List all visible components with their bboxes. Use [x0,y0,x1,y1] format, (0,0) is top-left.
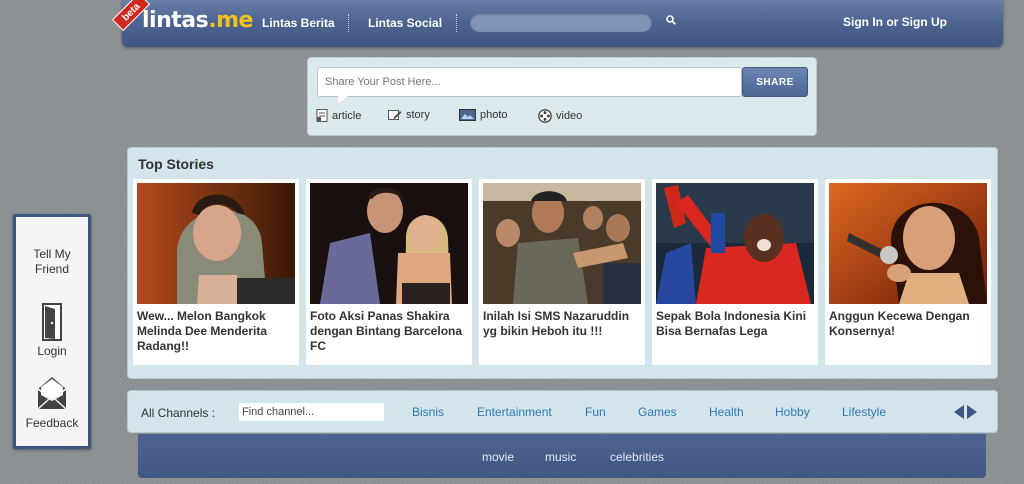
post-type-story[interactable]: story [388,109,430,121]
subchannel-music[interactable]: music [545,450,576,464]
share-panel: SHARE article story photo video [307,57,817,136]
story-title[interactable]: Wew... Melon Bangkok Melinda Dee Menderi… [137,309,297,354]
floating-sidebar: Tell My Friend Login Feedback [13,214,91,449]
nav-divider [348,14,349,32]
login-link[interactable]: Login [16,344,88,359]
channel-hobby[interactable]: Hobby [775,405,810,419]
story-image[interactable] [137,183,295,304]
feedback-link[interactable]: Feedback [16,416,88,431]
site-logo[interactable]: lintas.me [142,8,253,33]
subchannel-celebrities[interactable]: celebrities [610,450,664,464]
arrow-left-icon[interactable] [954,405,964,419]
post-type-label: video [556,110,583,122]
logo-suffix: me [216,8,253,33]
story-image[interactable] [483,183,641,304]
logo-dot: . [208,8,217,33]
story-card[interactable]: Inilah Isi SMS Nazaruddin yg bikin Heboh… [479,179,645,365]
post-type-photo[interactable]: photo [459,109,508,121]
story-image[interactable] [656,183,814,304]
logo-main: lintas [142,8,209,33]
channel-bisnis[interactable]: Bisnis [412,405,444,419]
envelope-icon[interactable] [36,375,68,411]
door-icon[interactable] [42,303,62,341]
subchannel-movie[interactable]: movie [482,450,514,464]
sub-channels-bar: movie music celebrities [138,434,986,478]
story-card[interactable]: Wew... Melon Bangkok Melinda Dee Menderi… [133,179,299,365]
channel-entertainment[interactable]: Entertainment [477,405,552,419]
story-title[interactable]: Foto Aksi Panas Shakira dengan Bintang B… [310,309,470,354]
top-stories-panel: Top Stories Wew... Melon Bangkok Melinda… [127,147,998,379]
channel-lifestyle[interactable]: Lifestyle [842,405,886,419]
story-title[interactable]: Inilah Isi SMS Nazaruddin yg bikin Heboh… [483,309,643,339]
story-card[interactable]: Sepak Bola Indonesia Kini Bisa Bernafas … [652,179,818,365]
share-button[interactable]: SHARE [742,67,808,97]
channel-fun[interactable]: Fun [585,405,606,419]
search-icon[interactable] [666,15,676,25]
story-card[interactable]: Foto Aksi Panas Shakira dengan Bintang B… [306,179,472,365]
video-icon [538,109,552,123]
channels-bar: All Channels : Bisnis Entertainment Fun … [127,390,998,433]
share-post-input[interactable] [317,67,742,97]
story-icon [388,110,402,120]
top-stories-title: Top Stories [138,156,214,172]
post-type-video[interactable]: video [538,109,582,123]
post-type-label: article [332,109,362,122]
story-card[interactable]: Anggun Kecewa Dengan Konsernya! [825,179,991,365]
arrow-right-icon[interactable] [967,405,977,419]
sign-in-link[interactable]: Sign In or Sign Up [843,15,947,29]
story-title[interactable]: Sepak Bola Indonesia Kini Bisa Bernafas … [656,309,816,339]
post-type-label: photo [480,109,508,121]
tell-friend-link[interactable]: Tell My Friend [16,247,88,277]
share-input-pointer [338,96,348,104]
nav-lintas-social[interactable]: Lintas Social [368,16,442,30]
channel-games[interactable]: Games [638,405,677,419]
photo-icon [459,109,476,121]
all-channels-label: All Channels : [141,406,216,420]
channel-health[interactable]: Health [709,405,744,419]
post-type-label: story [406,109,430,121]
post-type-article[interactable]: article [316,109,361,122]
find-channel-input[interactable] [239,403,384,421]
header-search-input[interactable] [470,13,652,32]
nav-lintas-berita[interactable]: Lintas Berita [262,16,335,30]
story-title[interactable]: Anggun Kecewa Dengan Konsernya! [829,309,989,339]
article-icon [316,109,328,122]
story-image[interactable] [310,183,468,304]
story-image[interactable] [829,183,987,304]
nav-divider [456,14,457,32]
